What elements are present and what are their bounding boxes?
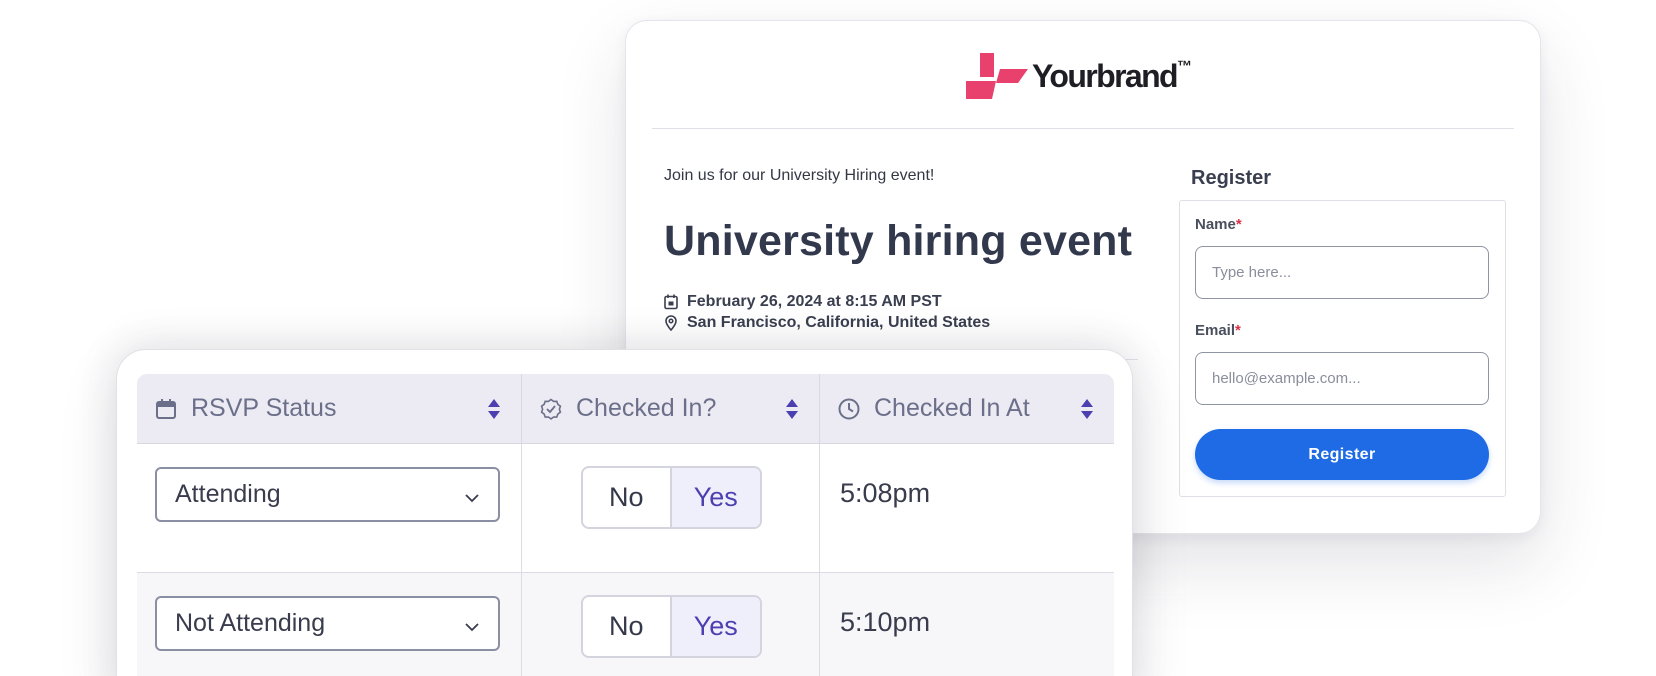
name-field[interactable] — [1195, 246, 1489, 299]
event-date-row: February 26, 2024 at 8:15 AM PST — [664, 293, 942, 311]
register-button[interactable]: Register — [1195, 429, 1489, 480]
column-header-checked-in-at[interactable]: Checked In At — [820, 374, 1114, 443]
rsvp-status-value: Attending — [175, 480, 281, 508]
checked-in-cell: No Yes — [522, 573, 820, 676]
brand-name: Yourbrand™ — [1032, 57, 1193, 94]
table-header: RSVP Status Checked In? Checked In At — [137, 374, 1114, 444]
checkin-table-card: RSVP Status Checked In? Checked In At At… — [116, 349, 1133, 676]
event-intro: Join us for our University Hiring event! — [664, 167, 935, 184]
email-field[interactable] — [1195, 352, 1489, 405]
rsvp-status-select[interactable]: Not Attending — [155, 596, 500, 651]
checked-in-toggle: No Yes — [581, 595, 762, 658]
chevron-down-icon — [465, 622, 479, 631]
calendar-icon — [156, 398, 176, 419]
rsvp-status-select[interactable]: Attending — [155, 467, 500, 522]
event-location-row: San Francisco, California, United States — [664, 314, 990, 332]
clock-icon — [838, 398, 860, 419]
column-label: Checked In At — [874, 394, 1030, 422]
toggle-yes-option[interactable]: Yes — [671, 597, 760, 656]
event-date: February 26, 2024 at 8:15 AM PST — [687, 293, 942, 310]
brand-logo: Yourbrand™ — [966, 49, 1192, 99]
location-pin-icon — [665, 315, 677, 331]
toggle-yes-option[interactable]: Yes — [671, 468, 760, 527]
sort-icon[interactable] — [1080, 398, 1094, 420]
checked-in-at-cell: 5:08pm — [820, 444, 1114, 572]
column-header-rsvp-status[interactable]: RSVP Status — [137, 374, 522, 443]
email-label: Email* — [1195, 322, 1241, 339]
checked-in-toggle: No Yes — [581, 466, 762, 529]
sort-icon[interactable] — [487, 398, 501, 420]
check-badge-icon — [540, 398, 562, 420]
register-heading: Register — [1191, 167, 1272, 189]
column-label: RSVP Status — [191, 394, 337, 422]
header-divider — [652, 128, 1514, 129]
event-title: University hiring event — [664, 217, 1133, 265]
table-row: Attending No Yes 5:08pm — [137, 444, 1114, 573]
rsvp-cell: Not Attending — [137, 573, 522, 676]
column-header-checked-in[interactable]: Checked In? — [522, 374, 820, 443]
rsvp-cell: Attending — [137, 444, 522, 572]
checked-in-time: 5:08pm — [840, 478, 931, 508]
checkin-table: RSVP Status Checked In? Checked In At At… — [137, 374, 1114, 676]
column-label: Checked In? — [576, 394, 717, 422]
checked-in-time: 5:10pm — [840, 607, 931, 637]
rsvp-status-value: Not Attending — [175, 609, 326, 637]
checked-in-cell: No Yes — [522, 444, 820, 572]
calendar-icon — [664, 294, 678, 310]
checked-in-at-cell: 5:10pm — [820, 573, 1114, 676]
name-label: Name* — [1195, 216, 1242, 233]
toggle-no-option[interactable]: No — [583, 597, 672, 656]
register-form: Name* Email* Register — [1179, 200, 1506, 497]
table-row: Not Attending No Yes 5:10pm — [137, 573, 1114, 676]
chevron-down-icon — [465, 493, 479, 502]
brand-mark-icon — [966, 53, 1028, 99]
event-location: San Francisco, California, United States — [687, 314, 991, 331]
sort-icon[interactable] — [785, 398, 799, 420]
toggle-no-option[interactable]: No — [583, 468, 672, 527]
